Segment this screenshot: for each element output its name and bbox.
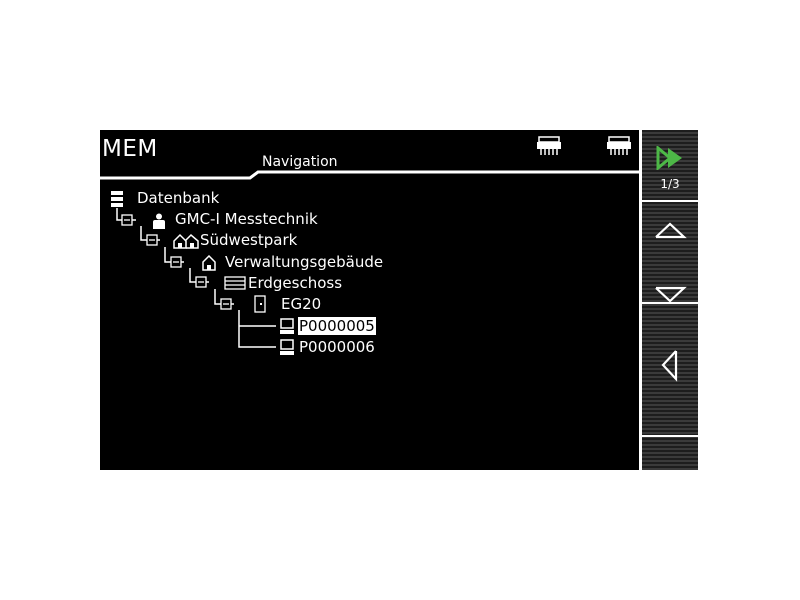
floor-icon [224, 276, 246, 290]
tree-connectors [116, 208, 276, 348]
tree-node-device-selected[interactable]: P0000005 [298, 317, 376, 335]
arrow-down-icon [655, 286, 687, 303]
tree-node-room[interactable]: EG20 [281, 295, 321, 313]
tree-node-device[interactable]: P0000006 [299, 338, 375, 356]
softkey-divider [642, 435, 698, 437]
arrow-down-button[interactable] [642, 270, 698, 320]
tree-node-property[interactable]: Südwestpark [200, 231, 297, 249]
tree-node-building[interactable]: Verwaltungsgebäude [225, 253, 383, 271]
instrument-screen: MEM Navigation Datenbank GMC-I Messtechn… [100, 130, 698, 470]
next-page-button[interactable] [642, 140, 698, 176]
device-icon [280, 339, 294, 355]
building-icon [202, 255, 216, 271]
room-icon [254, 295, 266, 313]
arrow-left-icon [661, 350, 678, 382]
page-indicator: 1/3 [660, 177, 680, 191]
tree-node-database[interactable]: Datenbank [137, 189, 219, 207]
arrow-up-icon [655, 222, 687, 239]
database-icon [111, 191, 123, 207]
tree-node-floor[interactable]: Erdgeschoss [248, 274, 342, 292]
customer-icon [153, 213, 165, 229]
softkey-panel: 1/3 [639, 130, 698, 470]
next-page-icon [656, 146, 682, 170]
arrow-left-button[interactable] [642, 340, 698, 390]
tree-node-customer[interactable]: GMC-I Messtechnik [175, 210, 318, 228]
property-icon [173, 233, 199, 249]
device-icon [280, 318, 294, 334]
